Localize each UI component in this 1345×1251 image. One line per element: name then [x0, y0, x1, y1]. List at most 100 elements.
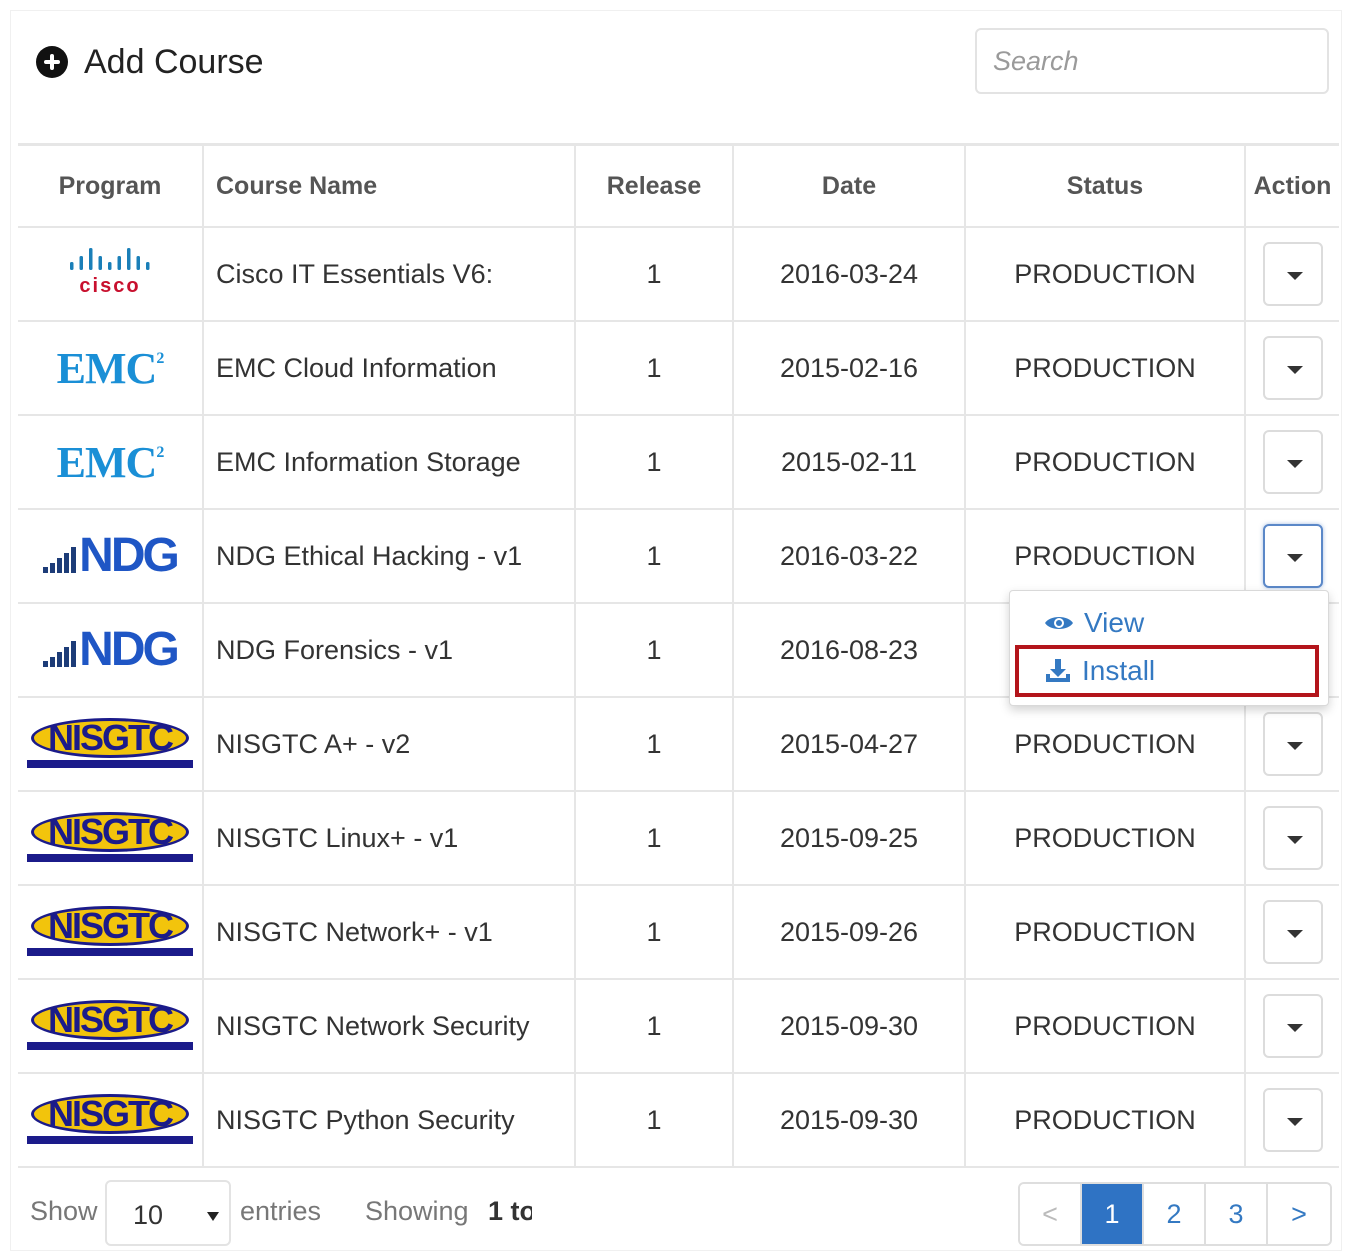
- table-row: NISGTC NISGTC Network+ - v1 1 2015-09-26 PRO…: [18, 885, 1339, 980]
- ndg-signal-bar: [57, 558, 63, 573]
- show-label: Show: [30, 1196, 98, 1226]
- emc-logo-text: EMC: [56, 343, 158, 393]
- nisgtc-logo-text: NISGTC: [47, 717, 174, 758]
- ndg-signal-bar: [71, 641, 77, 667]
- column-header-release[interactable]: Release: [575, 144, 734, 228]
- action-cell: [1245, 227, 1339, 322]
- caret-down-icon: [1286, 460, 1303, 468]
- add-course-button[interactable]: Add Course: [36, 40, 264, 84]
- table-row: cisco Cisco IT Essentials V6: 1 2016-03-24 P…: [18, 227, 1339, 322]
- showing-label: Showing: [365, 1196, 469, 1226]
- table-row: EMC2 EMC Cloud Information 1 2015-02-16 PROD…: [18, 321, 1339, 416]
- action-cell: [1245, 791, 1339, 886]
- pagination-page-1[interactable]: 1: [1082, 1184, 1144, 1244]
- ndg-signal-bar: [71, 547, 77, 573]
- table-header-row: Program Course Name Release Date Status …: [18, 144, 1339, 228]
- ndg-signal-bars: [43, 641, 77, 667]
- table-row: NDG NDG Ethical Hacking - v1 1 2016-03-22 PR…: [18, 509, 1339, 604]
- pagination-page-3[interactable]: 3: [1206, 1184, 1268, 1244]
- action-dropdown-button[interactable]: [1262, 900, 1323, 964]
- program-cell: NISGTC: [18, 885, 204, 980]
- pagination: < 1 2 3 >: [1018, 1182, 1332, 1246]
- column-header-date[interactable]: Date: [733, 144, 966, 228]
- table-footer: Show 10 entries Showing 1 to < 1 2 3 >: [0, 1166, 1345, 1249]
- status-cell: PRODUCTION: [965, 979, 1246, 1074]
- program-cell: NISGTC: [18, 697, 204, 792]
- emc-logo-text: EMC: [56, 437, 158, 487]
- action-cell: [1245, 885, 1339, 980]
- course-name-cell: EMC Information Storage: [203, 415, 576, 510]
- view-menu-item[interactable]: View: [1044, 603, 1144, 643]
- emc-logo: EMC2: [56, 437, 165, 488]
- status-cell: PRODUCTION: [965, 697, 1246, 792]
- column-header-program[interactable]: Program: [18, 144, 204, 228]
- table-row: EMC2 EMC Information Storage 1 2015-02-11 PR…: [18, 415, 1339, 510]
- add-course-label: Add Course: [84, 42, 264, 81]
- date-cell: 2015-09-26: [733, 885, 966, 980]
- action-dropdown-button[interactable]: [1262, 242, 1323, 306]
- ndg-signal-bar: [43, 567, 49, 573]
- date-cell: 2016-03-24: [733, 227, 966, 322]
- caret-down-icon: [1286, 554, 1303, 562]
- table-row: NISGTC NISGTC Python Security 1 2015-09-30 P…: [18, 1073, 1339, 1168]
- cisco-logo-text: cisco: [79, 275, 140, 296]
- date-cell: 2016-08-23: [733, 603, 966, 698]
- caret-down-icon: [1286, 1118, 1303, 1126]
- action-dropdown-button[interactable]: [1262, 336, 1323, 400]
- pagination-next-button[interactable]: >: [1268, 1184, 1330, 1244]
- date-cell: 2016-03-22: [733, 509, 966, 604]
- ndg-signal-bar: [57, 652, 63, 667]
- emc-logo-superscript: 2: [156, 349, 164, 367]
- action-dropdown-button[interactable]: [1262, 1088, 1323, 1152]
- nisgtc-logo-band: [27, 760, 193, 768]
- search-input[interactable]: [975, 28, 1329, 94]
- column-header-action: Action: [1245, 144, 1339, 228]
- action-cell: [1245, 979, 1339, 1074]
- date-cell: 2015-04-27: [733, 697, 966, 792]
- action-dropdown-button[interactable]: [1262, 524, 1323, 588]
- showing-range: 1 to: [488, 1196, 532, 1226]
- release-cell: 1: [575, 697, 734, 792]
- nisgtc-logo: NISGTC: [27, 1092, 193, 1148]
- ndg-logo: NDG: [43, 532, 180, 580]
- status-cell: PRODUCTION: [965, 885, 1246, 980]
- caret-down-icon: [1286, 366, 1303, 374]
- ndg-signal-bar: [50, 657, 56, 667]
- ndg-signal-bar: [43, 661, 49, 667]
- nisgtc-logo-band: [27, 1136, 193, 1144]
- program-cell: EMC2: [18, 321, 204, 416]
- program-cell: NDG: [18, 509, 204, 604]
- status-cell: PRODUCTION: [965, 509, 1246, 604]
- action-dropdown-button[interactable]: [1262, 712, 1323, 776]
- pagination-prev-button[interactable]: <: [1020, 1184, 1082, 1244]
- program-cell: NISGTC: [18, 791, 204, 886]
- nisgtc-logo-text: NISGTC: [47, 905, 174, 946]
- action-dropdown-button[interactable]: [1262, 430, 1323, 494]
- page-length-select[interactable]: 10: [105, 1180, 231, 1246]
- date-cell: 2015-02-11: [733, 415, 966, 510]
- program-cell: EMC2: [18, 415, 204, 510]
- release-cell: 1: [575, 415, 734, 510]
- nisgtc-logo: NISGTC: [27, 904, 193, 960]
- emc-logo: EMC2: [56, 343, 165, 394]
- course-name-cell: NISGTC Network+ - v1: [203, 885, 576, 980]
- action-dropdown-button[interactable]: [1262, 806, 1323, 870]
- column-header-status[interactable]: Status: [965, 144, 1246, 228]
- release-cell: 1: [575, 1073, 734, 1168]
- action-cell: [1245, 509, 1339, 604]
- caret-down-icon: [1286, 930, 1303, 938]
- status-cell: PRODUCTION: [965, 1073, 1246, 1168]
- release-cell: 1: [575, 885, 734, 980]
- entries-label: entries: [240, 1196, 322, 1226]
- pagination-page-2[interactable]: 2: [1144, 1184, 1206, 1244]
- table-row: NISGTC NISGTC Linux+ - v1 1 2015-09-25 PRODU…: [18, 791, 1339, 886]
- action-dropdown-button[interactable]: [1262, 994, 1323, 1058]
- emc-logo-superscript: 2: [156, 443, 164, 461]
- program-cell: NISGTC: [18, 1073, 204, 1168]
- ndg-logo: NDG: [43, 623, 180, 676]
- release-cell: 1: [575, 979, 734, 1074]
- column-header-course-name[interactable]: Course Name: [203, 144, 576, 228]
- ndg-logo-text: NDG: [79, 623, 180, 676]
- status-cell: PRODUCTION: [965, 321, 1246, 416]
- release-cell: 1: [575, 227, 734, 322]
